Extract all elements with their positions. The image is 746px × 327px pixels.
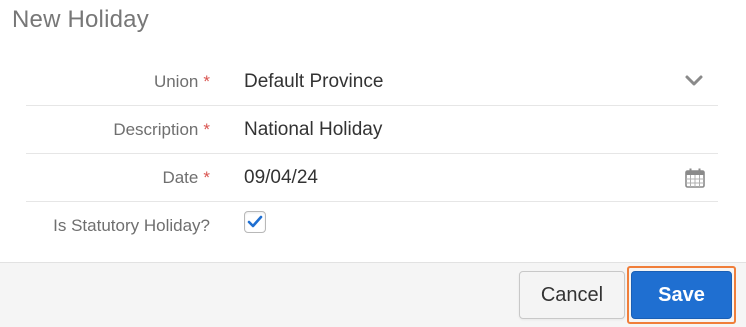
- description-row: Description * National Holiday: [26, 106, 718, 154]
- dialog-title: New Holiday: [12, 6, 149, 33]
- date-label-text: Date: [162, 168, 199, 187]
- description-input[interactable]: National Holiday: [244, 106, 382, 153]
- date-label: Date *: [162, 154, 210, 201]
- union-select[interactable]: Default Province: [244, 58, 383, 105]
- description-label-text: Description: [113, 120, 199, 139]
- union-label: Union *: [154, 58, 210, 105]
- required-marker: *: [203, 120, 210, 139]
- date-row: Date * 09/04/24: [26, 154, 718, 202]
- union-row: Union * Default Province: [26, 58, 718, 106]
- date-input[interactable]: 09/04/24: [244, 154, 318, 201]
- statutory-label: Is Statutory Holiday?: [53, 216, 210, 235]
- save-button[interactable]: Save: [631, 271, 732, 319]
- statutory-row: Is Statutory Holiday?: [26, 202, 718, 249]
- description-label: Description *: [113, 106, 210, 153]
- required-marker: *: [203, 168, 210, 187]
- holiday-form: Union * Default Province Description * Nat…: [26, 58, 718, 249]
- cancel-button[interactable]: Cancel: [519, 271, 625, 319]
- required-marker: *: [203, 72, 210, 91]
- calendar-icon[interactable]: [684, 167, 706, 189]
- union-label-text: Union: [153, 72, 199, 91]
- chevron-down-icon[interactable]: [684, 73, 704, 89]
- statutory-checkbox[interactable]: [244, 211, 266, 233]
- checkmark-icon: [247, 215, 263, 228]
- dialog-footer: Cancel Save: [0, 262, 746, 327]
